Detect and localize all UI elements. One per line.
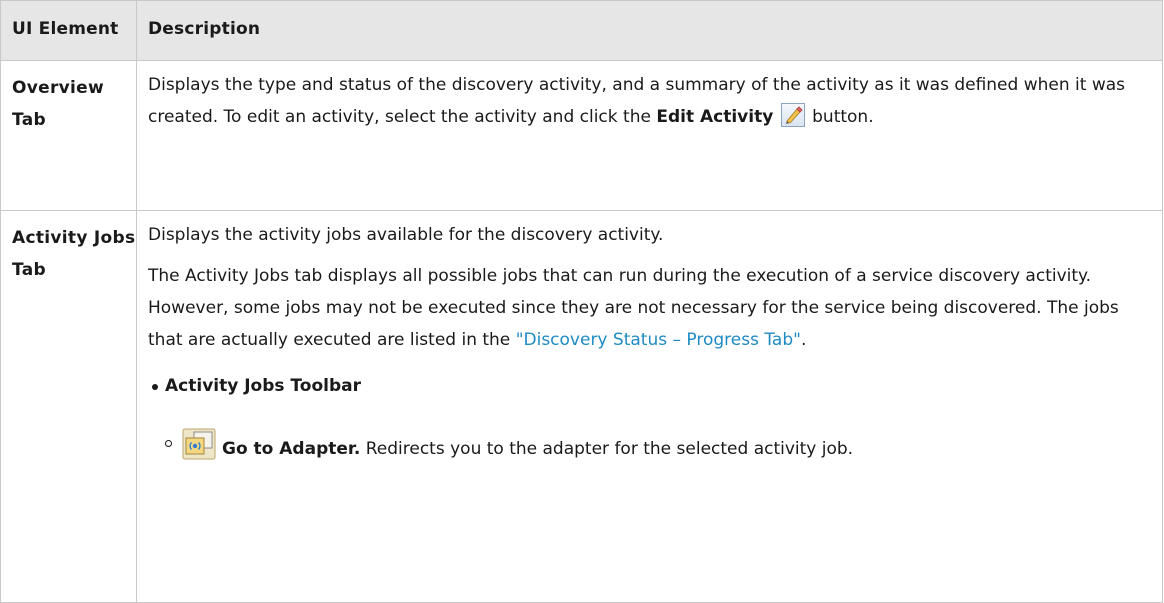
description-paragraph-2: The Activity Jobs tab displays all possi… xyxy=(148,260,1146,356)
go-to-adapter-label: Go to Adapter. xyxy=(222,439,361,459)
activity-jobs-toolbar-heading: Activity Jobs Toolbar xyxy=(165,376,361,396)
element-name-activity-jobs-tab: Activity Jobs Tab xyxy=(12,228,136,280)
list-item-activity-jobs-toolbar: Activity Jobs Toolbar Go to Adapter. Red… xyxy=(148,370,1146,465)
cell-description: Displays the type and status of the disc… xyxy=(136,60,1163,211)
cell-element: Overview Tab xyxy=(0,60,137,211)
header-description-label: Description xyxy=(148,19,261,39)
list-item-go-to-adapter: Go to Adapter. Redirects you to the adap… xyxy=(165,428,1146,465)
sub-bullet-list: Go to Adapter. Redirects you to the adap… xyxy=(165,428,1146,465)
description-text-end: button. xyxy=(806,107,874,127)
cell-element: Activity Jobs Tab xyxy=(0,210,137,603)
discovery-status-progress-tab-link[interactable]: "Discovery Status – Progress Tab" xyxy=(516,330,801,350)
ui-element-table: UI Element Description Overview Tab Disp… xyxy=(0,0,1163,603)
pencil-edit-icon xyxy=(780,103,805,127)
cell-description: Displays the activity jobs available for… xyxy=(136,210,1163,603)
table-row-overview-tab: Overview Tab Displays the type and statu… xyxy=(0,60,1163,211)
description-activity-jobs-tab: Displays the activity jobs available for… xyxy=(137,211,1162,465)
header-ui-element-label: UI Element xyxy=(12,19,119,39)
description-text-end: . xyxy=(800,330,807,350)
table-header-row: UI Element Description xyxy=(0,0,1163,61)
header-description: Description xyxy=(136,0,1163,61)
table-row-activity-jobs-tab: Activity Jobs Tab Displays the activity … xyxy=(0,210,1163,603)
bullet-list: Activity Jobs Toolbar Go to Adapter. Red… xyxy=(148,370,1146,465)
go-to-adapter-icon xyxy=(182,428,216,460)
description-paragraph: Displays the type and status of the disc… xyxy=(148,69,1146,133)
element-name-overview-tab: Overview Tab xyxy=(12,78,104,130)
description-text: Displays the type and status of the disc… xyxy=(148,75,1126,127)
go-to-adapter-description: Redirects you to the adapter for the sel… xyxy=(360,439,854,459)
description-overview-tab: Displays the type and status of the disc… xyxy=(137,61,1162,133)
description-paragraph-1: Displays the activity jobs available for… xyxy=(148,225,664,245)
header-ui-element: UI Element xyxy=(0,0,137,61)
edit-activity-label: Edit Activity xyxy=(656,107,774,127)
